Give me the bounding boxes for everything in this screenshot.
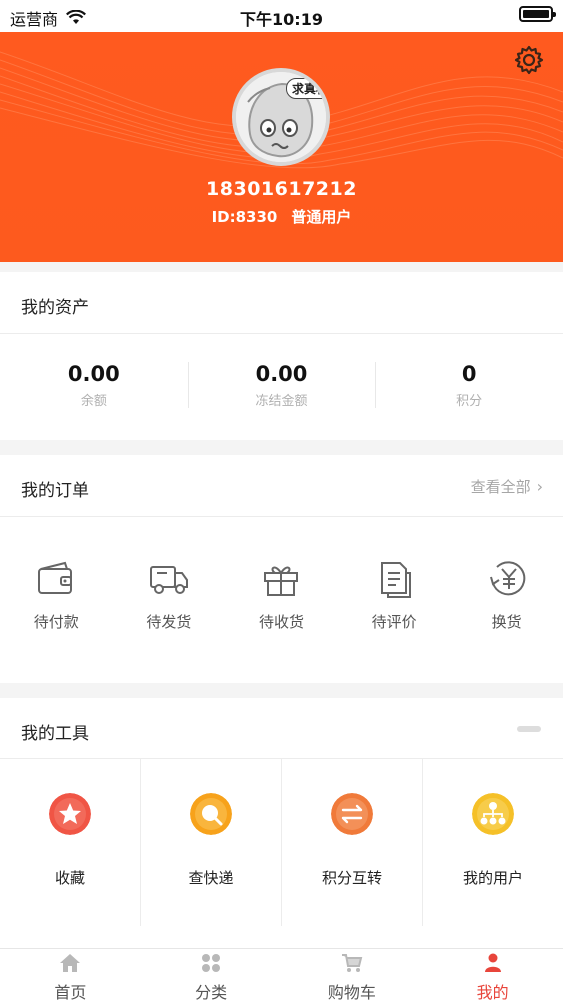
exchange-yen-icon: [489, 561, 525, 596]
tool-my-users[interactable]: 我的用户: [423, 759, 563, 926]
assets-title: 我的资产: [21, 298, 89, 318]
order-pending-shipment[interactable]: 待发货: [113, 517, 226, 683]
order-label: 待付款: [33, 613, 79, 631]
chevron-right-icon: ›: [536, 477, 543, 496]
tool-label: 我的用户: [462, 869, 523, 887]
status-time: 下午10:19: [240, 10, 323, 29]
network-icon: [472, 793, 514, 835]
tool-track-delivery[interactable]: 查快递: [141, 759, 282, 926]
tool-label: 收藏: [54, 869, 85, 887]
tools-section: 我的工具 收藏 查快递 积分互转 我的用户: [0, 698, 563, 958]
tool-points-transfer[interactable]: 积分互转: [282, 759, 423, 926]
category-icon: [202, 954, 221, 972]
asset-label: 余额: [80, 394, 107, 409]
tools-collapse-handle[interactable]: [517, 726, 541, 732]
orders-header: 我的订单 查看全部 ›: [0, 455, 563, 517]
tool-grid: 收藏 查快递 积分互转 我的用户: [0, 758, 563, 926]
order-exchange[interactable]: 换货: [450, 517, 563, 683]
tab-label: 分类: [195, 983, 228, 1000]
settings-gear-icon[interactable]: [513, 44, 545, 76]
transfer-icon: [331, 793, 373, 835]
cart-icon: [341, 954, 363, 972]
tool-favorites[interactable]: 收藏: [0, 759, 141, 926]
avatar[interactable]: 求真相: [232, 68, 330, 166]
user-id-line: ID:8330 普通用户: [0, 206, 563, 227]
asset-balance[interactable]: 0.00 余额: [0, 334, 188, 440]
asset-value: 0: [461, 362, 477, 386]
order-pending-payment[interactable]: 待付款: [0, 517, 113, 683]
bottom-tab-bar: 首页 分类 购物车 我的: [0, 948, 563, 1000]
order-label: 待收货: [258, 613, 304, 631]
battery-icon: [519, 6, 556, 22]
asset-frozen[interactable]: 0.00 冻结金额: [187, 334, 376, 440]
view-all-orders-link[interactable]: 查看全部 ›: [471, 476, 543, 497]
profile-header: 求真相 18301617212 ID:8330 普通用户: [0, 32, 563, 262]
wallet-icon: [38, 561, 73, 594]
tool-label: 积分互转: [321, 869, 382, 887]
tab-label: 首页: [54, 983, 87, 1000]
user-id: ID:8330: [211, 208, 278, 226]
tool-label: 查快递: [188, 869, 234, 887]
asset-label: 冻结金额: [255, 394, 308, 409]
user-icon: [484, 953, 501, 972]
home-icon: [60, 954, 81, 972]
tab-home[interactable]: 首页: [0, 949, 141, 1000]
asset-label: 积分: [456, 394, 483, 409]
tab-label: 我的: [476, 983, 509, 1000]
order-pending-receipt[interactable]: 待收货: [225, 517, 338, 683]
order-label: 待发货: [146, 613, 192, 631]
orders-title: 我的订单: [21, 481, 89, 501]
user-type: 普通用户: [291, 208, 352, 226]
search-icon: [190, 793, 232, 835]
avatar-speech-label: 求真相: [286, 78, 326, 99]
order-pending-review[interactable]: 待评价: [338, 517, 451, 683]
assets-row: 0.00 余额 0.00 冻结金额 0 积分: [0, 334, 563, 440]
order-label: 换货: [491, 613, 522, 631]
user-phone: 18301617212: [206, 178, 357, 200]
tab-mine[interactable]: 我的: [422, 949, 563, 1000]
orders-section: 我的订单 查看全部 › 待付款 待发货 待收货 待评价 换货: [0, 455, 563, 683]
tab-cart[interactable]: 购物车: [282, 949, 423, 1000]
assets-section: 我的资产 0.00 余额 0.00 冻结金额 0 积分: [0, 272, 563, 440]
document-icon: [381, 562, 412, 598]
truck-icon: [149, 566, 188, 594]
gift-icon: [264, 566, 299, 596]
tab-category[interactable]: 分类: [141, 949, 282, 1000]
asset-value: 0.00: [255, 362, 308, 386]
tab-label: 购物车: [327, 983, 376, 1000]
asset-points[interactable]: 0 积分: [375, 334, 563, 440]
view-all-label: 查看全部: [470, 478, 531, 496]
assets-header: 我的资产: [0, 272, 563, 334]
tools-header: 我的工具: [0, 698, 563, 758]
asset-value: 0.00: [67, 362, 120, 386]
tools-title: 我的工具: [21, 724, 89, 744]
status-bar: 运营商 下午10:19: [0, 0, 563, 32]
star-icon: [49, 793, 91, 835]
order-label: 待评价: [371, 613, 417, 631]
order-status-row: 待付款 待发货 待收货 待评价 换货: [0, 517, 563, 683]
